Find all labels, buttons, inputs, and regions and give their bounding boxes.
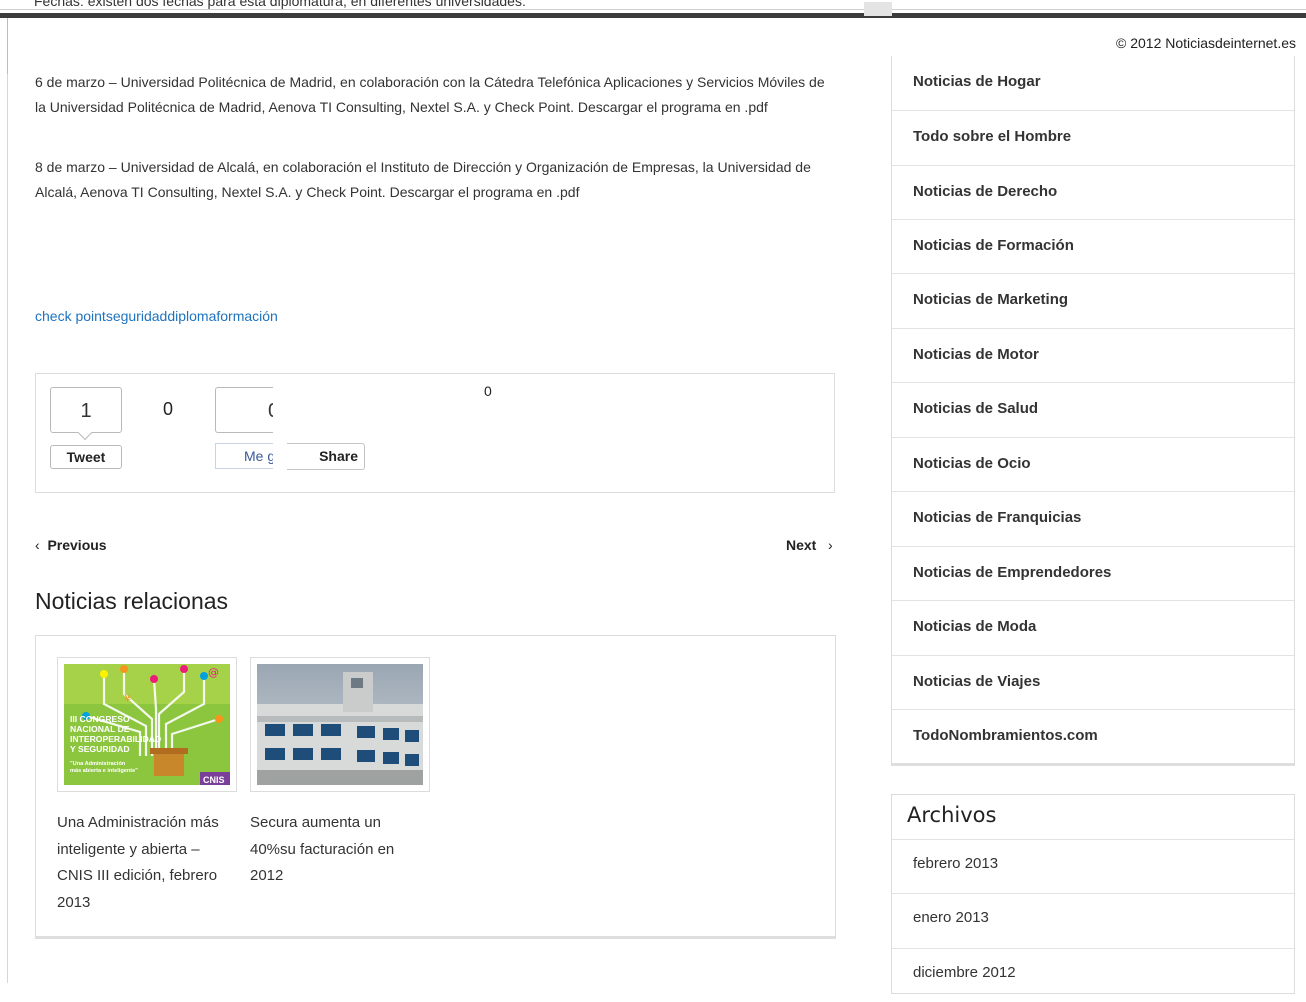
chevron-right-icon: › xyxy=(828,537,833,553)
sidebar-item-franquicias[interactable]: Noticias de Franquicias xyxy=(892,491,1294,545)
poster-line-3: INTEROPERABILIDAD xyxy=(70,734,161,744)
share-count-secondary: 0 xyxy=(484,383,492,399)
top-divider xyxy=(0,9,1306,10)
office-building-image xyxy=(257,664,423,785)
archive-link-febrero-2013[interactable]: febrero 2013 xyxy=(892,839,1294,893)
related-post-item[interactable]: Secura aumenta un 40%su facturación en 2… xyxy=(250,657,430,890)
previous-post-label: Previous xyxy=(47,537,107,553)
article-paragraph-2: 8 de marzo – Universidad de Alcalá, en c… xyxy=(35,159,811,200)
share-box: 1 Tweet 0 0 Me gusta Share 0 xyxy=(35,373,835,493)
share-count: 0 xyxy=(163,399,174,419)
sidebar-category-list: Noticias de Hogar Todo sobre el Hombre N… xyxy=(891,56,1295,766)
archives-heading: Archivos xyxy=(907,803,997,827)
cnis-poster-image: @ ¥ III CONGRESO NACIONAL DE INTEROPERAB… xyxy=(64,664,230,785)
facebook-count-value: 0 xyxy=(268,388,273,432)
tag-link-formacion[interactable]: formación xyxy=(216,308,277,324)
tweet-count-bubble: 1 xyxy=(50,387,122,433)
left-border-accent xyxy=(7,18,8,74)
archive-link-diciembre-2012[interactable]: diciembre 2012 xyxy=(892,948,1294,1002)
sidebar-item-ocio[interactable]: Noticias de Ocio xyxy=(892,437,1294,491)
poster-line-2: NACIONAL DE xyxy=(70,724,130,734)
related-posts-box: @ ¥ III CONGRESO NACIONAL DE INTEROPERAB… xyxy=(35,635,836,939)
svg-text:¥: ¥ xyxy=(124,692,131,705)
share-button[interactable]: Share xyxy=(287,443,365,470)
related-post-title[interactable]: Una Administración más inteligente y abi… xyxy=(57,810,232,916)
copyright-text: © 2012 Noticiasdeinternet.es xyxy=(1116,35,1296,51)
sidebar-item-moda[interactable]: Noticias de Moda xyxy=(892,600,1294,654)
chevron-left-icon: ‹ xyxy=(35,537,40,553)
sidebar-item-hogar[interactable]: Noticias de Hogar xyxy=(892,56,1294,110)
next-post-link[interactable]: Next › xyxy=(786,537,833,553)
related-post-title[interactable]: Secura aumenta un 40%su facturación en 2… xyxy=(250,810,425,890)
tweet-button[interactable]: Tweet xyxy=(50,445,122,469)
tag-list: check pointseguridaddiplomaformación xyxy=(35,308,278,324)
sidebar-item-derecho[interactable]: Noticias de Derecho xyxy=(892,165,1294,219)
related-post-item[interactable]: @ ¥ III CONGRESO NACIONAL DE INTEROPERAB… xyxy=(57,657,237,916)
sidebar-item-motor[interactable]: Noticias de Motor xyxy=(892,328,1294,382)
sidebar-item-marketing[interactable]: Noticias de Marketing xyxy=(892,273,1294,327)
tag-link-seguridad[interactable]: seguridad xyxy=(106,308,168,324)
facebook-like-label: Me gusta xyxy=(244,448,273,464)
related-post-thumbnail[interactable] xyxy=(250,657,430,792)
next-post-label: Next xyxy=(786,537,817,553)
top-bar xyxy=(0,13,1306,18)
svg-text:@: @ xyxy=(208,666,219,679)
poster-line-5: "Una Administración xyxy=(70,761,126,767)
poster-badge: CNIS xyxy=(203,775,225,785)
left-border xyxy=(7,18,8,983)
top-bar-chip xyxy=(864,2,892,16)
sidebar-item-viajes[interactable]: Noticias de Viajes xyxy=(892,655,1294,709)
archives-widget: Archivos febrero 2013 enero 2013 diciemb… xyxy=(891,794,1295,994)
archive-link-enero-2013[interactable]: enero 2013 xyxy=(892,893,1294,947)
related-posts-heading: Noticias relacionas xyxy=(35,588,229,614)
cut-off-paragraph: Fechas: existen dos fechas para esta dip… xyxy=(34,0,526,9)
tag-link-check-point[interactable]: check point xyxy=(35,308,106,324)
sidebar-item-salud[interactable]: Noticias de Salud xyxy=(892,382,1294,436)
facebook-count-bubble: 0 xyxy=(215,387,273,433)
sidebar-item-hombre[interactable]: Todo sobre el Hombre xyxy=(892,110,1294,164)
poster-line-6: más abierta e inteligente" xyxy=(70,768,138,774)
poster-line-4: Y SEGURIDAD xyxy=(70,744,130,754)
article-body: 6 de marzo – Universidad Politécnica de … xyxy=(35,70,836,204)
previous-post-link[interactable]: ‹ Previous xyxy=(35,537,107,553)
sidebar-item-formacion[interactable]: Noticias de Formación xyxy=(892,219,1294,273)
facebook-like-button[interactable]: Me gusta xyxy=(215,443,273,469)
sidebar-item-emprendedores[interactable]: Noticias de Emprendedores xyxy=(892,546,1294,600)
tag-link-diploma[interactable]: diploma xyxy=(167,308,216,324)
sidebar-item-todonombramientos[interactable]: TodoNombramientos.com xyxy=(892,709,1294,763)
poster-line-1: III CONGRESO xyxy=(70,714,130,724)
related-post-thumbnail[interactable]: @ ¥ III CONGRESO NACIONAL DE INTEROPERAB… xyxy=(57,657,237,792)
article-paragraph-1: 6 de marzo – Universidad Politécnica de … xyxy=(35,74,825,115)
